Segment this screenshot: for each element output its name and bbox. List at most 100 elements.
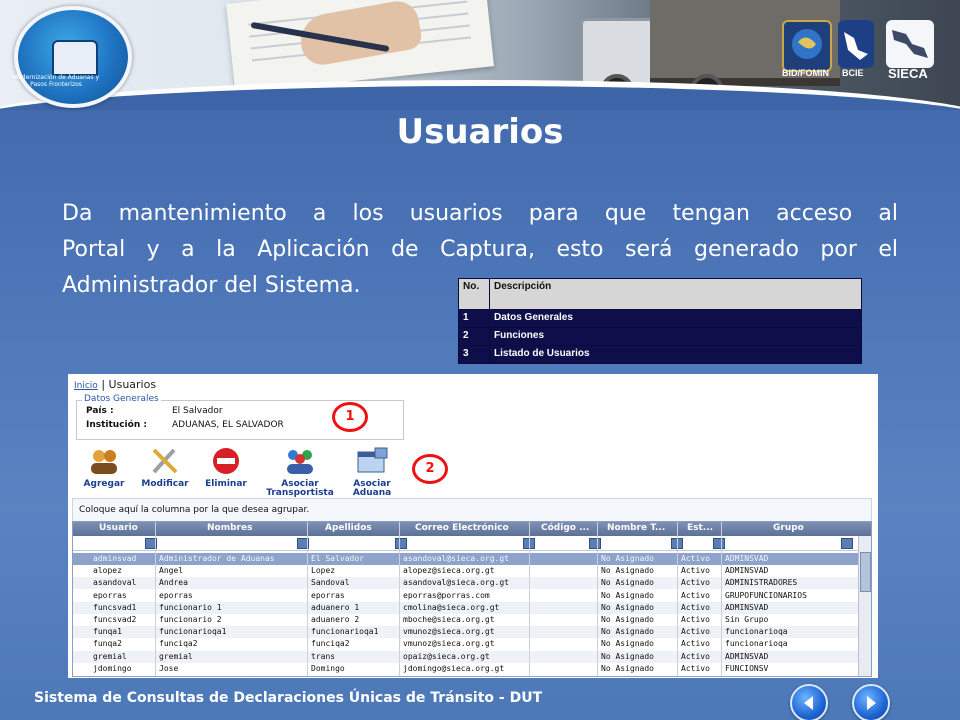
column-divider [529,522,530,676]
legend-header-no: No. [458,278,490,310]
cell-usuario: alopez [93,566,122,576]
cell-nombre-t: No Asignado [601,627,654,637]
filter-icon[interactable] [395,538,407,549]
cell-grupo: funcionarioqa [725,627,788,637]
cell-apellidos: Sandoval [311,578,350,588]
cell-grupo: FUNCIONSV [725,663,769,673]
institucion-value: ADUANAS, EL SALVADOR [172,420,284,430]
table-row[interactable]: gremial gremial trans opaiz@sieca.org.gt No … [73,650,859,663]
cell-estado: Activo [681,566,710,576]
cell-estado: Activo [681,578,710,588]
column-header-estado[interactable]: Est... [687,523,713,533]
grid-header-row: Usuario Nombres Apellidos Correo Electró… [73,522,871,536]
cell-usuario: funcsvad1 [93,602,137,612]
cell-usuario: eporras [93,590,127,600]
cell-apellidos: funciqa2 [311,639,350,649]
cell-nombre-t: No Asignado [601,639,654,649]
cell-nombres: Andrea [159,578,188,588]
breadcrumb-current: Usuarios [108,378,157,391]
cell-apellidos: aduanero 2 [311,615,360,624]
table-row[interactable]: funcsvad2 funcionario 2 aduanero 2 mboche@s… [73,614,859,626]
agregar-label: Agregar [83,479,125,489]
arrow-left-icon [804,696,813,710]
table-row[interactable]: alopez Angel Lopez alopez@sieca.org.gt No As… [73,565,859,577]
cell-apellidos: Lopez [311,566,336,576]
column-divider [307,522,308,676]
scrollbar-thumb[interactable] [860,552,871,592]
cell-grupo: Sin Grupo [725,615,769,624]
filter-icon[interactable] [841,538,853,549]
add-users-icon [91,450,117,474]
legend-row: 3 Listado de Usuarios [458,345,862,364]
cell-estado: Activo [681,554,710,563]
emblem-text: Modernización de Aduanas y Pasos Fronter… [12,74,100,88]
cell-correo: cmolina@sieca.org.gt [403,602,500,612]
asociar-transportista-button[interactable]: Asociar Transportista [258,446,342,498]
bcie-logo [838,20,874,68]
table-row[interactable]: funqa1 funcionarioqa1 funcionarioqa1 vmunoz… [73,626,859,639]
previous-slide-button[interactable] [790,684,828,720]
cell-estado: Activo [681,651,710,661]
filter-icon[interactable] [589,538,601,549]
legend-description: Funciones [489,327,862,346]
cell-apellidos: trans [311,651,336,661]
legend-row: 1 Datos Generales [458,309,862,328]
agregar-button[interactable]: Agregar [78,446,130,489]
table-row[interactable]: funqa2 funciqa2 funciqa2 vmunoz@sieca.org.g… [73,638,859,650]
cell-usuario: funqa1 [93,627,122,637]
table-row[interactable]: eporras eporras eporras eporras@porras.com N… [73,590,859,602]
truck-icon [52,40,98,76]
breadcrumb-home-link[interactable]: Inicio [74,381,98,391]
slide-title: Usuarios [396,112,564,152]
datos-generales-legend: Datos Generales [82,394,161,404]
cell-apellidos: aduanero 1 [311,602,360,612]
bcie-label: BCIE [842,68,864,78]
cell-correo: vmunoz@sieca.org.gt [403,627,495,637]
cell-usuario: gremial [93,651,127,661]
legend-table: No. Descripción 1 Datos Generales 2 Func… [458,278,862,364]
modificar-button[interactable]: Modificar [134,446,196,489]
cell-nombres: funcionario 2 [159,615,222,624]
cell-grupo: GRUPOFUNCIONARIOS [725,590,807,600]
cell-estado: Activo [681,615,710,624]
column-header-nombre-t[interactable]: Nombre T... [607,523,665,533]
user-group-icon [287,450,313,474]
eliminar-label: Eliminar [205,479,247,489]
table-row[interactable]: asandoval Andrea Sandoval asandoval@sieca.o… [73,577,859,590]
column-header-apellidos[interactable]: Apellidos [325,523,372,533]
cell-usuario: funcsvad2 [93,615,137,624]
bid-fomin-logo [782,20,832,72]
filter-icon[interactable] [713,538,725,549]
legend-no: 2 [458,327,490,346]
cell-usuario: jdomingo [93,663,132,673]
cell-grupo: ADMINISTRADORES [725,578,798,588]
next-slide-button[interactable] [852,684,890,720]
cell-apellidos: Domingo [311,663,345,673]
column-divider [155,522,156,676]
table-row[interactable]: jdomingo Jose Domingo jdomingo@sieca.org.gt… [73,663,859,675]
grid-filter-row [73,536,871,551]
legend-header-description: Descripción [489,278,862,310]
column-header-grupo[interactable]: Grupo [773,523,804,533]
column-header-correo[interactable]: Correo Electrónico [415,523,509,533]
vertical-scrollbar[interactable] [858,536,871,676]
column-header-nombres[interactable]: Nombres [207,523,252,533]
asociar-aduana-button[interactable]: Asociar Aduana [344,446,400,498]
group-by-drop-area[interactable]: Coloque aquí la columna por la que desea… [72,498,872,522]
cell-nombres: Jose [159,663,179,673]
column-header-codigo[interactable]: Código ... [541,523,589,533]
asociar-aduana-label-2: Aduana [352,488,392,498]
cell-grupo: ADMINSVAD [725,566,769,576]
legend-description: Datos Generales [489,309,862,328]
column-header-usuario[interactable]: Usuario [99,523,138,533]
eliminar-button[interactable]: Eliminar [200,446,252,489]
cell-apellidos: funcionarioqa1 [311,627,379,637]
legend-no: 3 [458,345,490,364]
column-divider [677,522,678,676]
tools-icon [152,448,178,474]
table-row[interactable]: funcsvad1 funcionario 1 aduanero 1 cmolina@… [73,601,859,614]
legend-description: Listado de Usuarios [489,345,862,364]
breadcrumb: Inicio | Usuarios [74,378,157,391]
table-row[interactable]: adminsvad Administrador de Aduanas El Salv… [73,553,859,565]
legend-row: 2 Funciones [458,327,862,346]
